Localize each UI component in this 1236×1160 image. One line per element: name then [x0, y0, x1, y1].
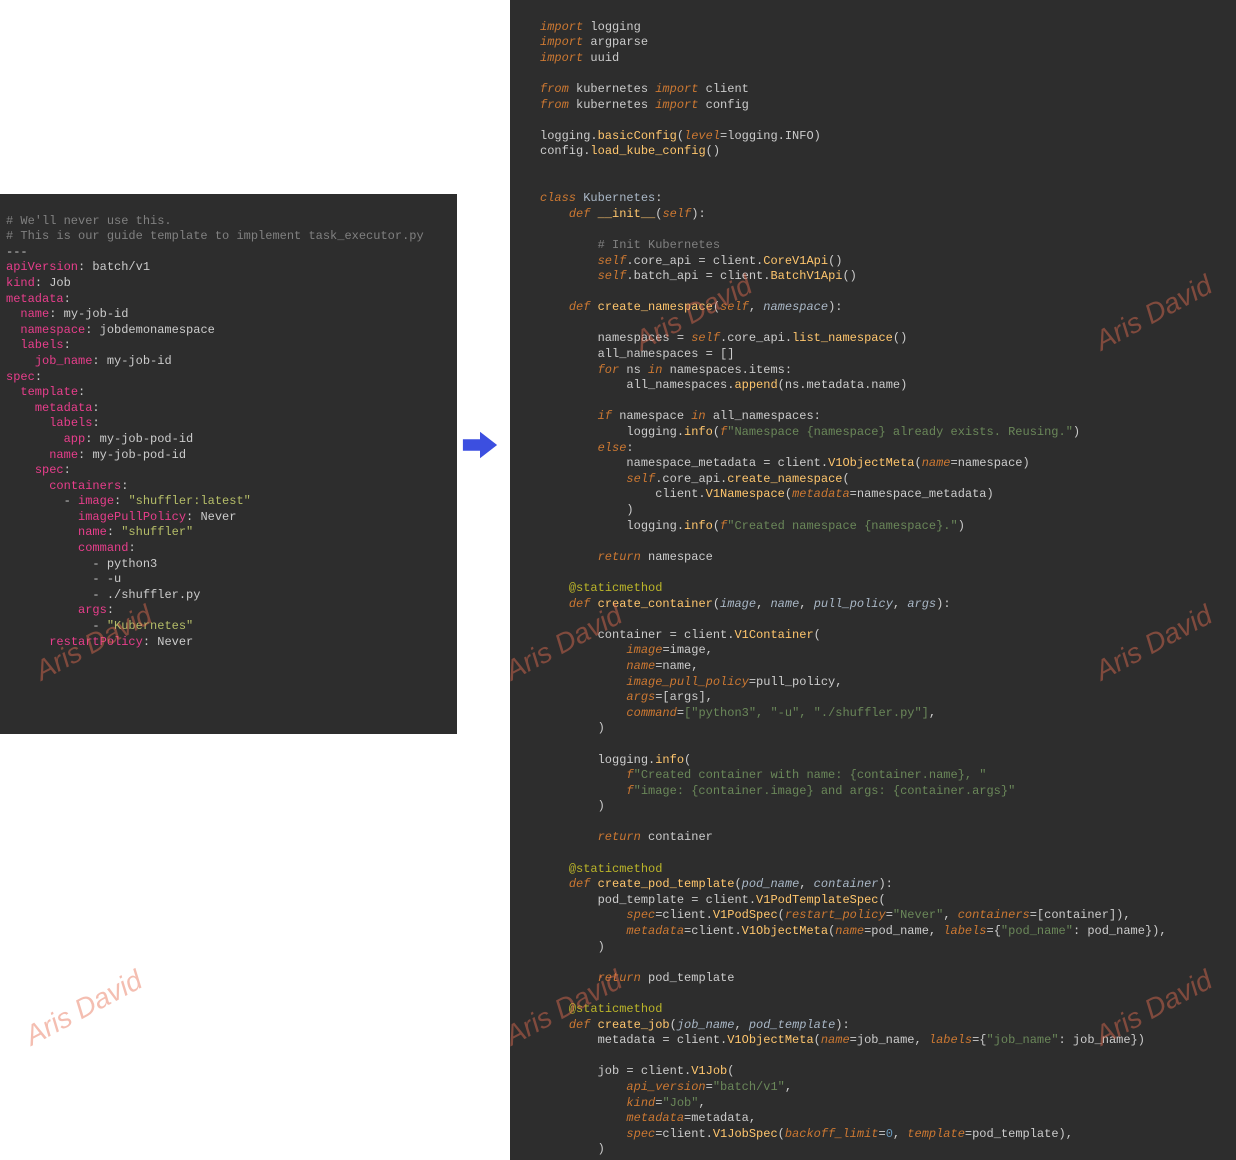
yaml-val: "shuffler:latest": [128, 494, 250, 508]
yaml-val: Never: [157, 635, 193, 649]
yaml-key: spec: [35, 463, 64, 477]
python-editor[interactable]: import logging import argparse import uu…: [510, 0, 1236, 1160]
arrow-right-icon: [460, 425, 500, 465]
yaml-key: app: [64, 432, 86, 446]
yaml-key: metadata: [6, 292, 64, 306]
yaml-key: restartPolicy: [49, 635, 143, 649]
yaml-key: name: [78, 525, 107, 539]
yaml-key: containers: [49, 479, 121, 493]
yaml-key: namespace: [20, 323, 85, 337]
yaml-key: kind: [6, 276, 35, 290]
yaml-key: job_name: [35, 354, 93, 368]
yaml-key: apiVersion: [6, 260, 78, 274]
yaml-val: jobdemonamespace: [100, 323, 215, 337]
yaml-val: my-job-pod-id: [92, 448, 186, 462]
yaml-val: ./shuffler.py: [107, 588, 201, 602]
yaml-key: template: [20, 385, 78, 399]
yaml-editor[interactable]: # We'll never use this. # This is our gu…: [0, 194, 457, 734]
kw-import: import: [540, 20, 583, 34]
yaml-key: metadata: [35, 401, 93, 415]
yaml-key: args: [78, 603, 107, 617]
yaml-val: "Kubernetes": [107, 619, 193, 633]
yaml-key: labels: [20, 338, 63, 352]
yaml-val: my-job-id: [107, 354, 172, 368]
yaml-val: batch/v1: [92, 260, 150, 274]
yaml-val: python3: [107, 557, 157, 571]
yaml-comment: # We'll never use this.: [6, 214, 172, 228]
yaml-key: image: [78, 494, 114, 508]
yaml-val: Job: [49, 276, 71, 290]
yaml-val: my-job-pod-id: [100, 432, 194, 446]
yaml-val: my-job-id: [64, 307, 129, 321]
yaml-key: labels: [49, 416, 92, 430]
yaml-val: -u: [107, 572, 121, 586]
watermark: Aris David: [19, 962, 149, 1054]
yaml-key: name: [49, 448, 78, 462]
yaml-key: command: [78, 541, 128, 555]
yaml-comment: # This is our guide template to implemen…: [6, 229, 424, 243]
yaml-val: Never: [200, 510, 236, 524]
yaml-docsep: ---: [6, 245, 28, 259]
decorator: @staticmethod: [569, 581, 663, 595]
yaml-key: imagePullPolicy: [78, 510, 186, 524]
yaml-val: "shuffler": [121, 525, 193, 539]
yaml-key: name: [20, 307, 49, 321]
yaml-key: spec: [6, 370, 35, 384]
